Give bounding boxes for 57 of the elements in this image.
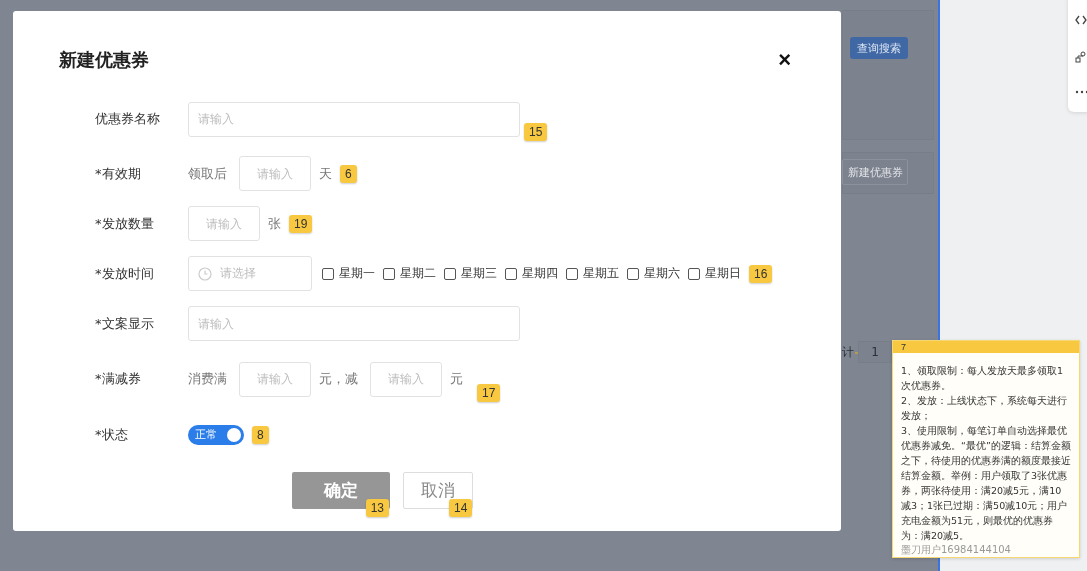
input-field[interactable]: 请输入 [239,361,311,397]
close-button[interactable]: × [774,47,795,73]
field-label: 优惠券名称 [95,110,161,128]
input-field[interactable]: 请输入 [370,361,442,397]
input-field[interactable]: 请输入 [188,101,520,137]
field-text: 天 [319,164,332,183]
checkbox[interactable] [627,267,639,280]
checkbox[interactable] [444,267,456,280]
field-text: 领取后 [188,164,227,183]
annotation-badge[interactable]: 6 [340,164,357,183]
input-field[interactable]: 请输入 [188,206,260,241]
note-paragraph: 2、发放：上线状态下，系统每天进行发放； [901,394,1069,423]
checkbox[interactable] [383,267,395,280]
input-field[interactable]: 请输入 [188,306,520,341]
picker-placeholder: 请选择 [220,265,256,282]
field-text: 元，减 [319,370,358,388]
checkbox[interactable] [566,267,578,280]
note-paragraph: 3、使用限制，每笔订单自动选择最优优惠券减免。“最优”的逻辑：结算金额之下，待使用的优惠券满的额度最接近结算金额。举例：用户领取了3张优惠券，两张待使用：满20减5元，满10减3；1张已过期：满50减10元；用户充电金额为51元，则最优的优惠券为：满20减5。 [901,424,1071,543]
annotation-badge[interactable]: 14 [449,499,473,517]
field-label: *状态 [95,425,129,444]
clock-icon [198,266,212,281]
annotation-badge[interactable]: 15 [524,123,548,141]
weekday-checkbox[interactable]: 星期日 [688,265,741,282]
weekday-checkbox[interactable]: 星期一 [322,265,375,282]
annotation-badge[interactable]: 17 [477,384,501,402]
field-text: 消费满 [188,370,227,388]
field-text: 元 [450,370,463,388]
status-toggle[interactable]: 正常 [188,424,244,445]
weekday-checkbox[interactable]: 星期三 [444,265,497,282]
checkbox[interactable] [688,267,700,280]
field-text: 张 [268,214,281,233]
more-icon[interactable] [1075,90,1087,94]
search-button[interactable]: 查询搜索 [850,37,908,59]
note-number: 7 [893,341,1079,353]
field-label: *满减券 [95,370,142,388]
checkbox[interactable] [322,267,334,280]
weekday-checkbox[interactable]: 星期五 [566,265,619,282]
annotation-badge[interactable]: 19 [289,214,313,233]
input-field[interactable]: 请输入 [239,156,311,191]
field-label: *发放时间 [95,264,155,283]
annotation-badge[interactable]: 8 [252,425,269,444]
page-button[interactable]: 1 [858,341,892,363]
dialog-title: 新建优惠券 [59,48,149,72]
weekday-checkbox[interactable]: 星期四 [505,265,558,282]
annotation-badge[interactable]: 16 [749,264,773,283]
field-label: *有效期 [95,164,142,183]
network-icon[interactable] [1075,51,1087,63]
pagination-label: 计 [841,344,855,361]
checkbox[interactable] [505,267,517,280]
note-paragraph: 1、领取限制：每人发放天最多领取1次优惠券。 [901,364,1065,393]
field-label: *文案显示 [95,314,155,333]
field-label: *发放数量 [95,214,155,233]
annotation-badge[interactable]: 13 [365,499,389,517]
note-author: 墨刀用户16984144104 [900,543,1012,557]
weekday-checkbox[interactable]: 星期六 [627,265,680,282]
weekday-checkbox[interactable]: 星期二 [383,265,436,282]
code-icon[interactable] [1075,14,1087,26]
